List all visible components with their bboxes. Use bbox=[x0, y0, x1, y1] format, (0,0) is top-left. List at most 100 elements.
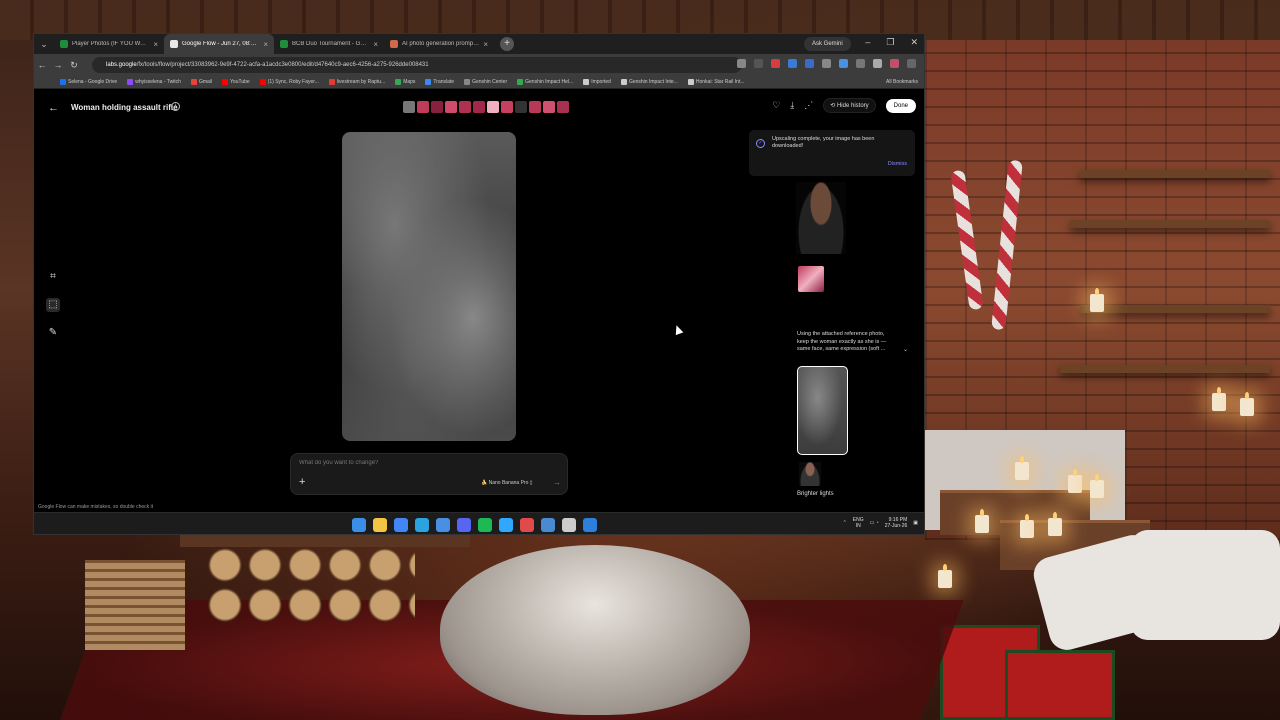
url-input[interactable]: labs.google/fx/tools/flow/project/330839… bbox=[92, 57, 742, 73]
tab-google-flow[interactable]: Google Flow - Jun 27, 08:10 PM × bbox=[164, 34, 274, 54]
app-icon[interactable] bbox=[520, 518, 534, 532]
tab-close-icon[interactable]: × bbox=[483, 40, 488, 49]
white-pouf bbox=[440, 545, 750, 715]
bookmark-item[interactable]: Genshin Center bbox=[464, 79, 507, 85]
bookmark-item[interactable]: whyisselena - Twitch bbox=[127, 79, 181, 85]
prompt-input[interactable] bbox=[299, 460, 559, 466]
bookmark-item[interactable]: Genshin Impact Hel... bbox=[517, 79, 573, 85]
genshin-icon bbox=[517, 79, 524, 85]
bookmark-item[interactable]: (1) Sync, Roby Fayer... bbox=[259, 79, 319, 85]
bookmark-folder[interactable]: Imported bbox=[583, 79, 611, 85]
thumbnail[interactable] bbox=[515, 101, 527, 113]
info-icon[interactable]: i bbox=[171, 102, 180, 111]
history-item-label: Brighter lights bbox=[797, 491, 834, 497]
download-icon[interactable]: ⤓ bbox=[790, 100, 794, 111]
extension-icon[interactable] bbox=[788, 59, 797, 68]
tab-favicon bbox=[390, 40, 398, 48]
clock[interactable]: 9:16 PM 27-Jun-26 bbox=[885, 517, 908, 529]
bookmark-item[interactable]: Genshin Impact Inte... bbox=[620, 79, 678, 85]
pen-tool-icon[interactable] bbox=[436, 518, 450, 532]
magic-edit-icon[interactable]: ✎ bbox=[46, 326, 60, 340]
candle bbox=[1015, 456, 1029, 480]
history-image-woman-rifle[interactable] bbox=[796, 182, 846, 254]
close-window-icon[interactable]: ✕ bbox=[910, 37, 918, 48]
history-reference-thumbnail[interactable] bbox=[798, 266, 824, 292]
history-image-selected[interactable] bbox=[797, 366, 848, 455]
extension-icon[interactable] bbox=[839, 59, 848, 68]
photoshop-icon[interactable] bbox=[499, 518, 513, 532]
thumbnail[interactable] bbox=[403, 101, 415, 113]
dismiss-button[interactable]: Dismiss bbox=[888, 161, 907, 167]
snipping-tool-icon[interactable] bbox=[583, 518, 597, 532]
forward-arrow-icon[interactable]: → bbox=[50, 60, 66, 70]
bookmark-item[interactable]: Maps bbox=[395, 79, 415, 85]
network-volume-icon[interactable]: ▭ ◔ bbox=[870, 520, 879, 526]
obs-icon[interactable] bbox=[562, 518, 576, 532]
tab-close-icon[interactable]: × bbox=[263, 40, 268, 49]
tab-close-icon[interactable]: × bbox=[153, 40, 158, 49]
project-title: Woman holding assault rifle bbox=[71, 103, 178, 112]
tab-player-photos[interactable]: Player Photos (IF YOU WANT !! × bbox=[54, 34, 164, 54]
language-indicator[interactable]: ENG IN bbox=[853, 517, 864, 529]
history-image-thumbnail[interactable] bbox=[799, 462, 821, 486]
windows-start-icon[interactable] bbox=[352, 518, 366, 532]
tab-ai-photo-prompt[interactable]: AI photo generation prompt fo × bbox=[384, 34, 494, 54]
extension-icon[interactable] bbox=[805, 59, 814, 68]
crop-icon[interactable]: ⌗ bbox=[46, 270, 60, 284]
thumbnail[interactable] bbox=[543, 101, 555, 113]
tab-favicon bbox=[60, 40, 68, 48]
tab-bcb-duo[interactable]: BCB Duo Tournament - Google × bbox=[274, 34, 384, 54]
model-selector[interactable]: 🍌 Nano Banana Pro ▯ bbox=[481, 480, 533, 486]
notepad-icon[interactable] bbox=[541, 518, 555, 532]
extension-icon[interactable] bbox=[771, 59, 780, 68]
download-icon[interactable] bbox=[873, 59, 882, 68]
done-button[interactable]: Done bbox=[885, 98, 916, 113]
add-attachment-plus-icon[interactable]: + bbox=[299, 476, 305, 488]
star-icon[interactable] bbox=[737, 59, 746, 68]
thumbnail[interactable] bbox=[459, 101, 471, 113]
back-arrow-icon[interactable]: ← bbox=[34, 60, 50, 70]
chrome-icon[interactable] bbox=[394, 518, 408, 532]
notification-icon[interactable]: ▣ bbox=[913, 520, 918, 526]
new-tab-plus-icon[interactable]: + bbox=[500, 37, 514, 51]
bookmark-item[interactable]: YouTube bbox=[222, 79, 250, 85]
ask-gemini-button[interactable]: Ask Gemini bbox=[804, 37, 851, 51]
tray-chevron-icon[interactable]: ⌃ bbox=[843, 520, 847, 526]
extension-icon[interactable] bbox=[822, 59, 831, 68]
bookmark-item[interactable]: Gmail bbox=[190, 79, 212, 85]
share-icon[interactable]: ⋰ bbox=[804, 100, 813, 111]
thumbnail[interactable] bbox=[431, 101, 443, 113]
thumbnail[interactable] bbox=[501, 101, 513, 113]
thumbnail[interactable] bbox=[445, 101, 457, 113]
discord-icon[interactable] bbox=[457, 518, 471, 532]
thumbnail[interactable] bbox=[417, 101, 429, 113]
minimize-icon[interactable]: – bbox=[865, 37, 870, 48]
heart-icon[interactable]: ♡ bbox=[772, 100, 780, 111]
extension-icon[interactable] bbox=[754, 59, 763, 68]
tab-close-icon[interactable]: × bbox=[373, 40, 378, 49]
bookmark-item[interactable]: Selena - Google Drive bbox=[60, 79, 117, 85]
thumbnail[interactable] bbox=[529, 101, 541, 113]
maximize-icon[interactable]: ❐ bbox=[886, 37, 894, 48]
bookmark-item[interactable]: Honkai: Star Rail Int... bbox=[687, 79, 745, 85]
send-arrow-icon[interactable]: → bbox=[553, 478, 561, 487]
bookmark-item[interactable]: livestream by Raptu... bbox=[328, 79, 385, 85]
menu-dots-icon[interactable] bbox=[907, 59, 916, 68]
select-area-icon[interactable]: ⬚ bbox=[46, 298, 60, 312]
all-bookmarks-folder[interactable]: All Bookmarks bbox=[886, 79, 918, 85]
tab-search-chevron-icon[interactable]: ⌄ bbox=[34, 39, 54, 50]
puzzle-icon[interactable] bbox=[856, 59, 865, 68]
back-arrow-icon[interactable]: ← bbox=[48, 102, 59, 114]
expand-chevron-icon[interactable]: ⌄ bbox=[903, 346, 908, 353]
hide-history-button[interactable]: ⟲ Hide history bbox=[823, 98, 876, 113]
telegram-icon[interactable] bbox=[415, 518, 429, 532]
reload-icon[interactable]: ↻ bbox=[66, 60, 82, 71]
main-image-canvas[interactable] bbox=[342, 132, 516, 441]
bookmark-item[interactable]: Translate bbox=[425, 79, 454, 85]
spotify-icon[interactable] bbox=[478, 518, 492, 532]
thumbnail[interactable] bbox=[473, 101, 485, 113]
thumbnail[interactable] bbox=[557, 101, 569, 113]
thumbnail[interactable] bbox=[487, 101, 499, 113]
profile-avatar-icon[interactable] bbox=[890, 59, 899, 68]
file-explorer-icon[interactable] bbox=[373, 518, 387, 532]
